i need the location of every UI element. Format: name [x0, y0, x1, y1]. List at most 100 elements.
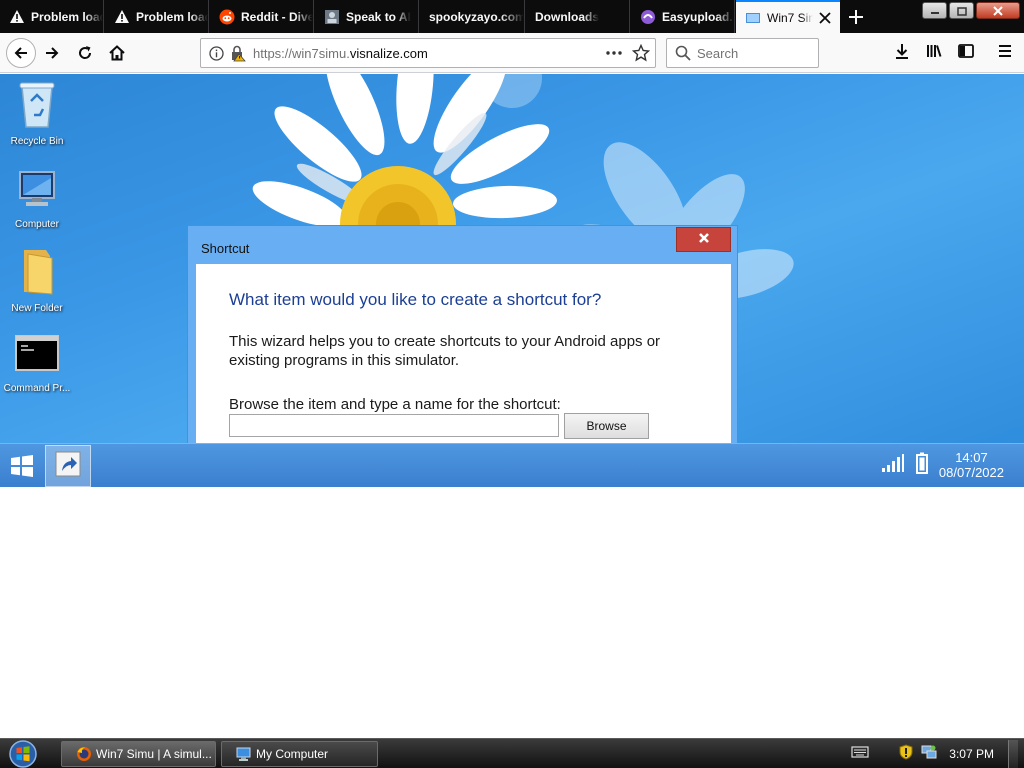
downloads-button[interactable] [888, 39, 916, 67]
close-icon [698, 231, 710, 249]
search-input[interactable]: Search [666, 38, 819, 68]
reload-button[interactable] [71, 39, 99, 67]
firefox-icon [76, 746, 92, 762]
tab-spookyzayo[interactable]: spookyzayo.com [420, 0, 525, 33]
tab-easyupload[interactable]: Easyupload.io [631, 0, 735, 33]
url-domain: visnalize.com [349, 46, 428, 61]
tab-label: Reddit - Dive into anything [241, 9, 313, 24]
windows-logo-icon [8, 455, 36, 483]
sim-pinned-shortcut-app[interactable] [45, 445, 91, 487]
host-start-button[interactable] [8, 740, 40, 768]
warning-icon [114, 9, 130, 25]
easyupload-icon [640, 9, 656, 25]
sim-clock[interactable]: 14:07 08/07/2022 [939, 450, 1004, 480]
back-button[interactable] [6, 38, 36, 68]
windows-orb-icon [8, 740, 38, 768]
browser-tab-strip: Problem loading page Problem loading pag… [0, 0, 1024, 33]
recycle-bin-icon [16, 82, 58, 133]
host-task-label: My Computer [256, 747, 329, 761]
desktop-icon-new-folder[interactable]: New Folder [0, 246, 74, 314]
tab-label: Win7 Simu [767, 10, 813, 25]
download-arrow-icon [893, 42, 911, 65]
hamburger-menu-icon [996, 42, 1014, 65]
win7-simu-icon [745, 10, 761, 26]
dialog-description: This wizard helps you to create shortcut… [229, 333, 661, 369]
simulated-taskbar: 14:07 08/07/2022 [0, 443, 1024, 487]
browser-nav-bar: https://win7simu.visnalize.com Search [0, 33, 1024, 73]
tab-speak-to-ai[interactable]: Speak to AI [315, 0, 419, 33]
sim-date: 08/07/2022 [938, 465, 1004, 480]
tab-label: Problem loading page [31, 9, 103, 24]
desktop-icon-command-prompt[interactable]: Command Pr... [0, 332, 74, 394]
tab-label: Downloads [535, 9, 600, 24]
dialog-body: What item would you like to create a sho… [195, 263, 732, 443]
tab-label: spookyzayo.com [429, 9, 524, 24]
warning-icon [9, 9, 25, 25]
signal-strength-icon[interactable] [881, 453, 905, 478]
speak-to-ai-icon [324, 9, 340, 25]
forward-button[interactable] [38, 39, 66, 67]
window-controls [922, 2, 1020, 19]
host-task-my-computer[interactable]: My Computer [221, 741, 378, 767]
sidebar-button[interactable] [952, 39, 980, 67]
search-icon [675, 45, 691, 66]
sim-start-button[interactable] [8, 453, 36, 479]
simulated-desktop[interactable]: Recycle Bin Computer New Folder Command … [0, 74, 1024, 443]
browse-button[interactable]: Browse [564, 413, 649, 439]
shortcut-arrow-icon [54, 450, 82, 483]
desktop-icon-label: New Folder [11, 303, 63, 314]
tab-problem-loading-1[interactable]: Problem loading page [0, 0, 104, 33]
url-bar[interactable]: https://win7simu.visnalize.com [200, 38, 656, 68]
folder-icon [16, 250, 58, 300]
shortcut-item-input[interactable] [229, 414, 559, 437]
security-shield-icon[interactable] [899, 743, 913, 765]
bookmark-star-icon[interactable] [631, 43, 651, 67]
battery-icon[interactable] [915, 452, 929, 479]
dialog-close-button[interactable] [676, 227, 731, 252]
tab-problem-loading-2[interactable]: Problem loading page [105, 0, 209, 33]
my-computer-icon [236, 746, 252, 762]
host-taskbar: Win7 Simu | A simul... My Computer 3:07 … [0, 738, 1024, 768]
close-tab-icon[interactable] [818, 11, 832, 25]
dialog-heading: What item would you like to create a sho… [229, 290, 602, 309]
network-icon[interactable] [921, 744, 937, 765]
desktop-icon-recycle-bin[interactable]: Recycle Bin [0, 79, 74, 147]
library-button[interactable] [920, 39, 948, 67]
desktop-icon-label: Command Pr... [3, 383, 71, 394]
menu-button[interactable] [991, 39, 1019, 67]
url-scheme-host: https://win7simu. [253, 46, 350, 61]
host-clock[interactable]: 3:07 PM [949, 747, 994, 761]
tab-label: Easyupload.io [662, 9, 734, 24]
search-placeholder: Search [697, 46, 739, 61]
tab-win7-simu[interactable]: Win7 Simu [736, 0, 840, 33]
insecure-lock-icon[interactable] [230, 45, 246, 67]
command-prompt-icon [14, 335, 60, 380]
tab-reddit[interactable]: Reddit - Dive into anything [210, 0, 314, 33]
reddit-icon [219, 9, 235, 25]
info-icon[interactable] [209, 46, 224, 66]
desktop-icon-label: Recycle Bin [10, 136, 64, 147]
close-window-button[interactable] [976, 2, 1020, 19]
library-icon [925, 42, 943, 65]
host-task-firefox[interactable]: Win7 Simu | A simul... [61, 741, 216, 767]
new-tab-button[interactable] [846, 7, 866, 27]
dialog-title: Shortcut [201, 241, 250, 256]
restore-button[interactable] [949, 2, 974, 19]
desktop-icon-label: Computer [15, 219, 59, 230]
minimize-button[interactable] [922, 2, 947, 19]
keyboard-icon[interactable] [851, 745, 869, 763]
computer-icon [14, 171, 60, 216]
dialog-prompt: Browse the item and type a name for the … [229, 396, 561, 413]
home-button[interactable] [103, 39, 131, 67]
page-actions-icon[interactable] [605, 46, 623, 65]
host-task-label: Win7 Simu | A simul... [96, 747, 212, 761]
desktop-icon-computer[interactable]: Computer [0, 166, 74, 230]
sim-time: 14:07 [955, 450, 988, 465]
tab-downloads[interactable]: Downloads [526, 0, 630, 33]
show-desktop-button[interactable] [1008, 740, 1018, 768]
sidebar-icon [957, 42, 975, 65]
tab-label: Problem loading page [136, 9, 208, 24]
shortcut-dialog: Shortcut What item would you like to cre… [187, 225, 738, 443]
sim-system-tray: 14:07 08/07/2022 [881, 450, 1004, 480]
tab-label: Speak to AI [346, 9, 411, 24]
